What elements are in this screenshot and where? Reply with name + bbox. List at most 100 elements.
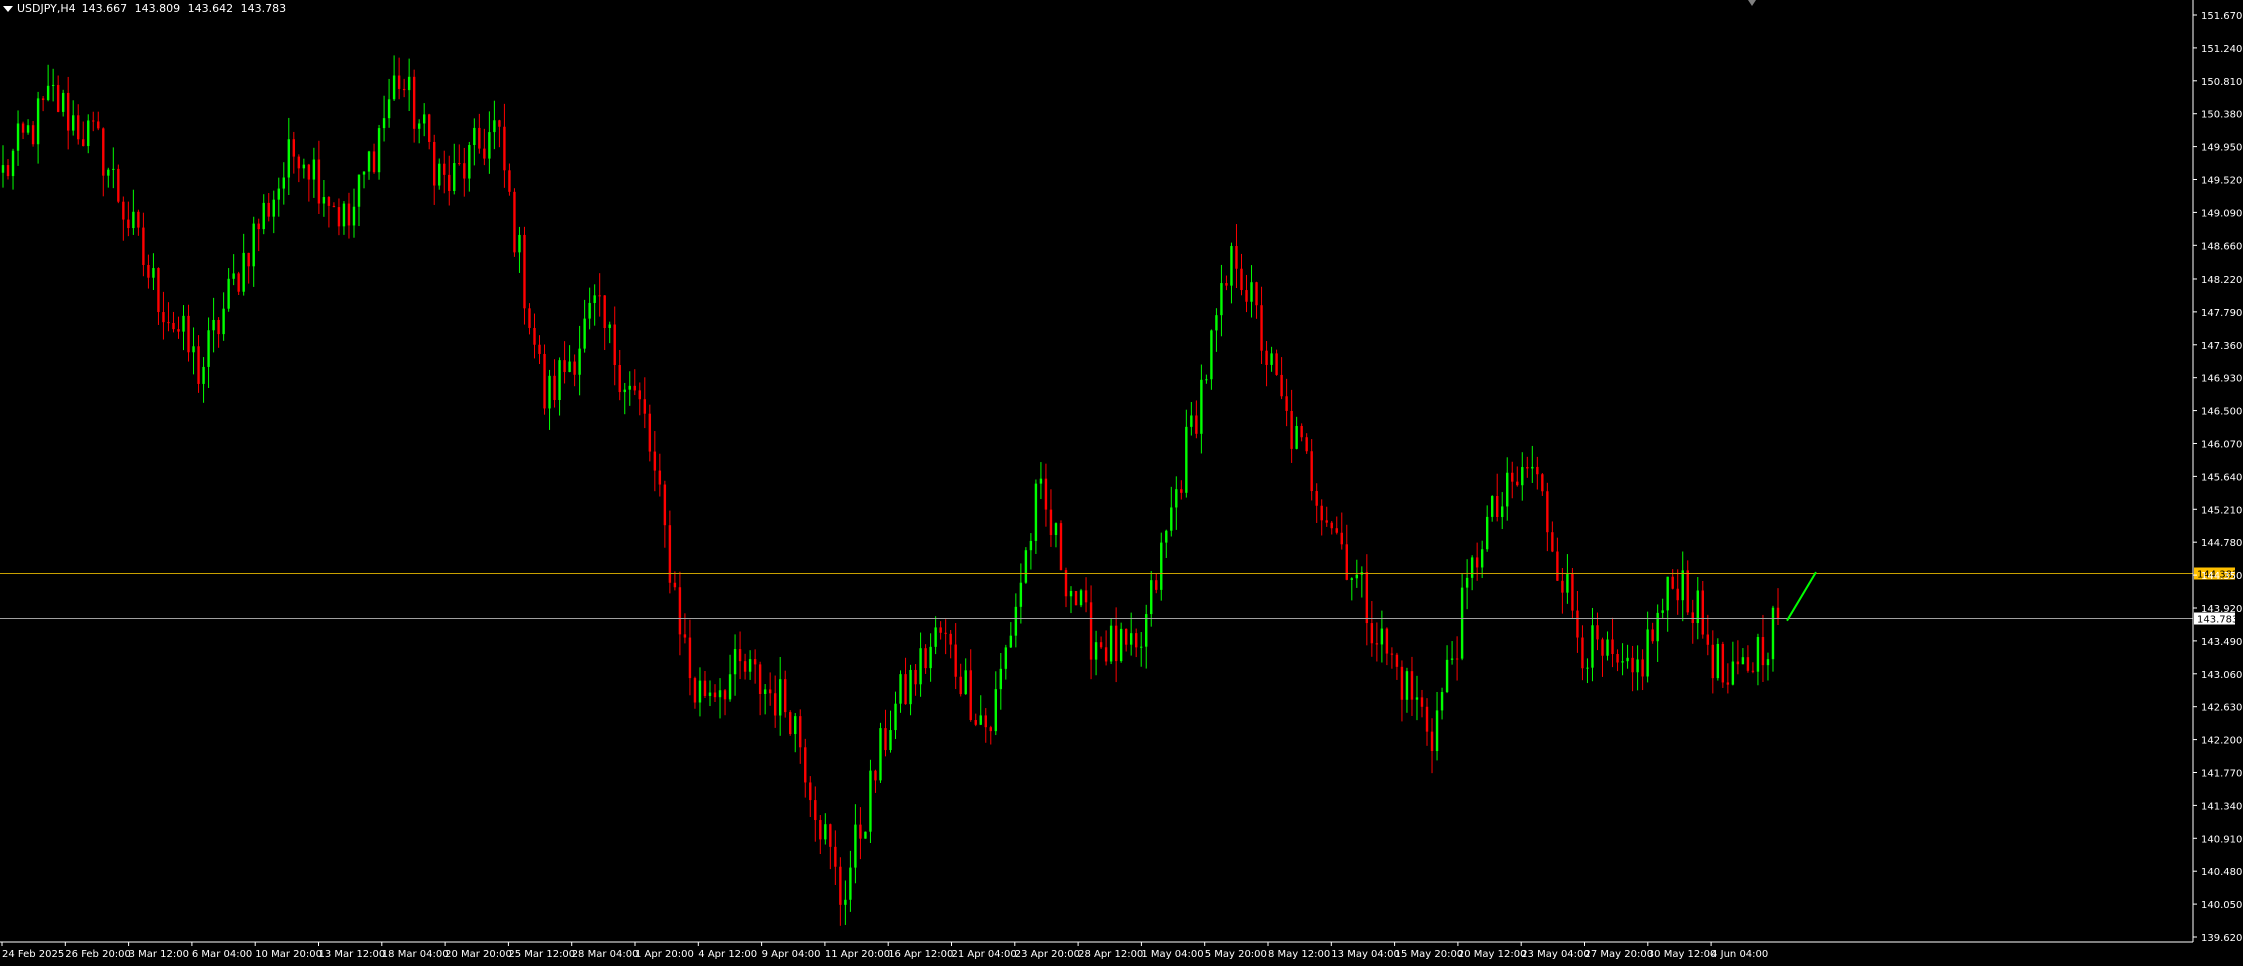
candle-body <box>1405 671 1409 700</box>
time-tick-label: 4 Jun 04:00 <box>1711 949 1768 960</box>
candle-body <box>768 689 772 694</box>
candle-body <box>558 360 561 401</box>
candle-body <box>137 211 140 228</box>
candle-body <box>367 151 371 172</box>
candle-body <box>132 211 135 229</box>
time-tick-label: 28 Apr 12:00 <box>1078 949 1143 960</box>
candle-body <box>347 203 351 226</box>
candle-body <box>648 413 652 452</box>
candle-body <box>1114 625 1118 662</box>
candle-body <box>1425 706 1429 732</box>
candle-body <box>1766 659 1770 666</box>
candle-body <box>16 123 20 151</box>
high-value: 143.809 <box>134 2 181 15</box>
candle-body <box>1541 474 1544 492</box>
candle-body <box>372 151 376 173</box>
candle-body <box>513 191 516 253</box>
candle-body <box>1536 466 1539 475</box>
candle-body <box>954 644 957 677</box>
candle-body <box>799 716 802 748</box>
candle-body <box>433 141 436 186</box>
candle-body <box>192 346 195 353</box>
candle-body <box>653 451 657 471</box>
candle-body <box>1501 506 1504 517</box>
candle-body <box>227 278 230 309</box>
candle-body <box>1365 572 1369 624</box>
price-tick-label: 149.090 <box>2201 208 2242 219</box>
candle-body <box>713 692 717 698</box>
candle-body <box>1185 426 1188 493</box>
candle-body <box>182 315 185 332</box>
candle-body <box>1776 607 1780 619</box>
price-tick-label: 151.670 <box>2201 11 2242 22</box>
candle-body <box>362 171 366 175</box>
candle-body <box>21 123 25 133</box>
candle-body <box>61 92 65 112</box>
candle-body <box>483 148 486 159</box>
candle-body <box>1390 653 1394 655</box>
candle-body <box>1305 437 1308 452</box>
candle-body <box>402 88 406 91</box>
candle-body <box>56 84 60 112</box>
candle-body <box>829 824 832 847</box>
candle-body <box>1094 642 1098 660</box>
candle-body <box>1596 625 1599 640</box>
shift-marker-icon[interactable] <box>1748 0 1756 6</box>
candle-body <box>46 85 50 101</box>
price-tick-label: 151.240 <box>2201 44 2242 55</box>
candle-body <box>1631 657 1634 673</box>
price-chart[interactable]: 144.382143.783 151.670151.240150.810150.… <box>0 0 2243 966</box>
candle-body <box>683 634 687 638</box>
candle-body <box>999 668 1003 690</box>
candle-body <box>753 659 757 665</box>
candle-body <box>1330 522 1333 529</box>
candle-body <box>282 177 285 189</box>
candle-body <box>623 389 626 393</box>
candle-body <box>1250 282 1253 302</box>
candle-body <box>1255 282 1258 306</box>
candle-body <box>1465 577 1469 588</box>
candle-body <box>172 322 175 330</box>
candle-body <box>1335 528 1338 533</box>
candle-body <box>167 322 170 324</box>
candle-body <box>603 295 606 328</box>
candle-body <box>758 664 762 694</box>
candle-body <box>217 319 220 335</box>
price-tick-label: 140.050 <box>2201 900 2242 911</box>
candle-body <box>964 670 967 695</box>
candle-body <box>1556 551 1559 581</box>
candle-body <box>1195 415 1198 434</box>
candle-body <box>723 690 727 700</box>
candle-body <box>1621 661 1624 663</box>
candle-body <box>1235 246 1238 269</box>
candle-body <box>1496 496 1499 517</box>
low-value: 143.642 <box>187 2 234 15</box>
candle-body <box>578 348 581 375</box>
candle-body <box>1480 549 1484 568</box>
time-tick-label: 4 Apr 12:00 <box>698 949 757 960</box>
candle-body <box>1205 379 1208 381</box>
candle-body <box>553 375 556 401</box>
candle-body <box>1 165 5 173</box>
candle-body <box>658 470 662 485</box>
candle-body <box>1415 697 1419 700</box>
candle-body <box>573 361 576 375</box>
candle-body <box>989 727 992 732</box>
candle-body <box>1170 507 1173 531</box>
dropdown-triangle-icon[interactable] <box>3 5 13 12</box>
candle-body <box>1601 639 1604 656</box>
candle-body <box>1059 523 1063 571</box>
candle-body <box>804 747 807 783</box>
candle-body <box>518 234 521 253</box>
candle-body <box>1340 532 1343 545</box>
candle-body <box>297 156 301 169</box>
candle-body <box>678 587 682 635</box>
candle-body <box>1726 682 1730 685</box>
candle-body <box>1044 478 1048 510</box>
candle-body <box>392 75 396 100</box>
candle-body <box>673 582 677 588</box>
time-tick-label: 6 Mar 04:00 <box>192 949 252 960</box>
time-tick-label: 15 May 20:00 <box>1395 949 1464 960</box>
candle-body <box>453 163 456 191</box>
candle-body <box>874 770 877 781</box>
